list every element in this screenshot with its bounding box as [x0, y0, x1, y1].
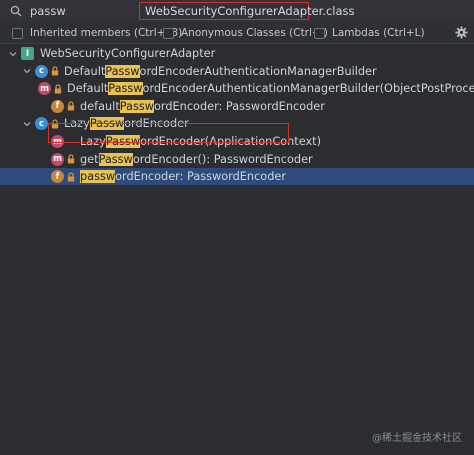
search-match-highlight: Passw	[105, 64, 140, 78]
lock-icon	[54, 84, 62, 94]
label-segment: Default	[67, 82, 109, 96]
label-segment: WebSecurityConfigurerAdapter	[40, 47, 216, 60]
lock-icon	[51, 66, 59, 76]
label-segment: Default	[64, 64, 106, 78]
tree-row-defbuilder[interactable]: c DefaultPasswordEncoderAuthenticationMan…	[0, 63, 474, 80]
tree-row-label: DefaultPasswordEncoderAuthenticationMana…	[64, 64, 377, 78]
search-match-highlight: Passw	[98, 152, 133, 166]
chevron-down-icon[interactable]	[8, 49, 18, 59]
label-segment: ordEncoder(): PasswordEncoder	[132, 152, 313, 166]
selection-highlight-box	[48, 123, 289, 143]
method-icon: m	[51, 152, 64, 166]
tree-row-defbuilder-field[interactable]: f defaultPasswordEncoder: PasswordEncoder	[0, 98, 474, 115]
lock-icon	[67, 154, 75, 164]
label-segment: ordEncoder: PasswordEncoder	[115, 170, 286, 184]
lambdas-option[interactable]: Lambdas (Ctrl+L)	[314, 26, 425, 40]
tree-row-label: passwordEncoder: PasswordEncoder	[80, 170, 286, 184]
inherited-members-checkbox[interactable]	[12, 27, 23, 39]
watermark: @稀土掘金技术社区	[372, 433, 462, 444]
tree-row-lazy-field[interactable]: f passwordEncoder: PasswordEncoder	[0, 168, 474, 186]
anonymous-classes-option[interactable]: Anonymous Classes (Ctrl+I)	[163, 26, 328, 40]
anonymous-classes-label: Anonymous Classes (Ctrl+I)	[181, 27, 328, 39]
search-bar: passw WebSecurityConfigurerAdapter.class	[0, 0, 474, 22]
file-title: WebSecurityConfigurerAdapter.class	[145, 4, 355, 18]
inherited-members-label: Inherited members (Ctrl+F3)	[30, 27, 183, 39]
search-match-highlight: Passw	[108, 82, 143, 96]
filter-options: Inherited members (Ctrl+F3) Anonymous Cl…	[0, 22, 474, 44]
lock-icon	[67, 172, 75, 182]
structure-tree: I WebSecurityConfigurerAdapter c DefaultPas…	[0, 45, 474, 455]
chevron-down-icon[interactable]	[22, 66, 32, 76]
tree-row-label: getPasswordEncoder(): PasswordEncoder	[80, 152, 313, 166]
field-icon: f	[51, 99, 64, 113]
interface-icon: I	[21, 47, 34, 60]
search-match-highlight: passw	[80, 170, 116, 184]
class-icon: c	[35, 64, 48, 78]
label-segment: ordEncoderAuthenticationManagerBuilder(O…	[142, 82, 474, 96]
lock-icon	[67, 101, 75, 111]
tree-row-label: defaultPasswordEncoder: PasswordEncoder	[80, 99, 325, 113]
search-icon	[10, 5, 22, 17]
tree-row-defbuilder-ctor[interactable]: m DefaultPasswordEncoderAuthenticationMan…	[0, 80, 474, 97]
tree-row-lazy-getter[interactable]: m getPasswordEncoder(): PasswordEncoder	[0, 151, 474, 168]
structure-popup: passw WebSecurityConfigurerAdapter.class…	[0, 0, 474, 455]
inherited-members-option[interactable]: Inherited members (Ctrl+F3)	[12, 26, 182, 40]
lambdas-checkbox[interactable]	[314, 27, 325, 39]
label-segment: get	[80, 152, 99, 166]
search-input[interactable]: passw	[30, 3, 66, 19]
chevron-down-icon[interactable]	[22, 119, 32, 129]
method-icon: m	[38, 82, 51, 96]
class-icon: c	[35, 117, 48, 131]
tree-row-label: WebSecurityConfigurerAdapter	[40, 47, 215, 60]
label-segment: ordEncoderAuthenticationManagerBuilder	[139, 64, 377, 78]
field-icon: f	[51, 170, 64, 184]
anonymous-classes-checkbox[interactable]	[163, 27, 174, 39]
tree-row-label: DefaultPasswordEncoderAuthenticationMana…	[67, 82, 474, 96]
label-segment: ordEncoder: PasswordEncoder	[154, 99, 325, 113]
label-segment: default	[80, 99, 120, 113]
search-match-highlight: Passw	[119, 99, 154, 113]
tree-row-root[interactable]: I WebSecurityConfigurerAdapter	[0, 45, 474, 62]
lambdas-label: Lambdas (Ctrl+L)	[332, 27, 425, 39]
gear-icon[interactable]	[455, 26, 468, 39]
